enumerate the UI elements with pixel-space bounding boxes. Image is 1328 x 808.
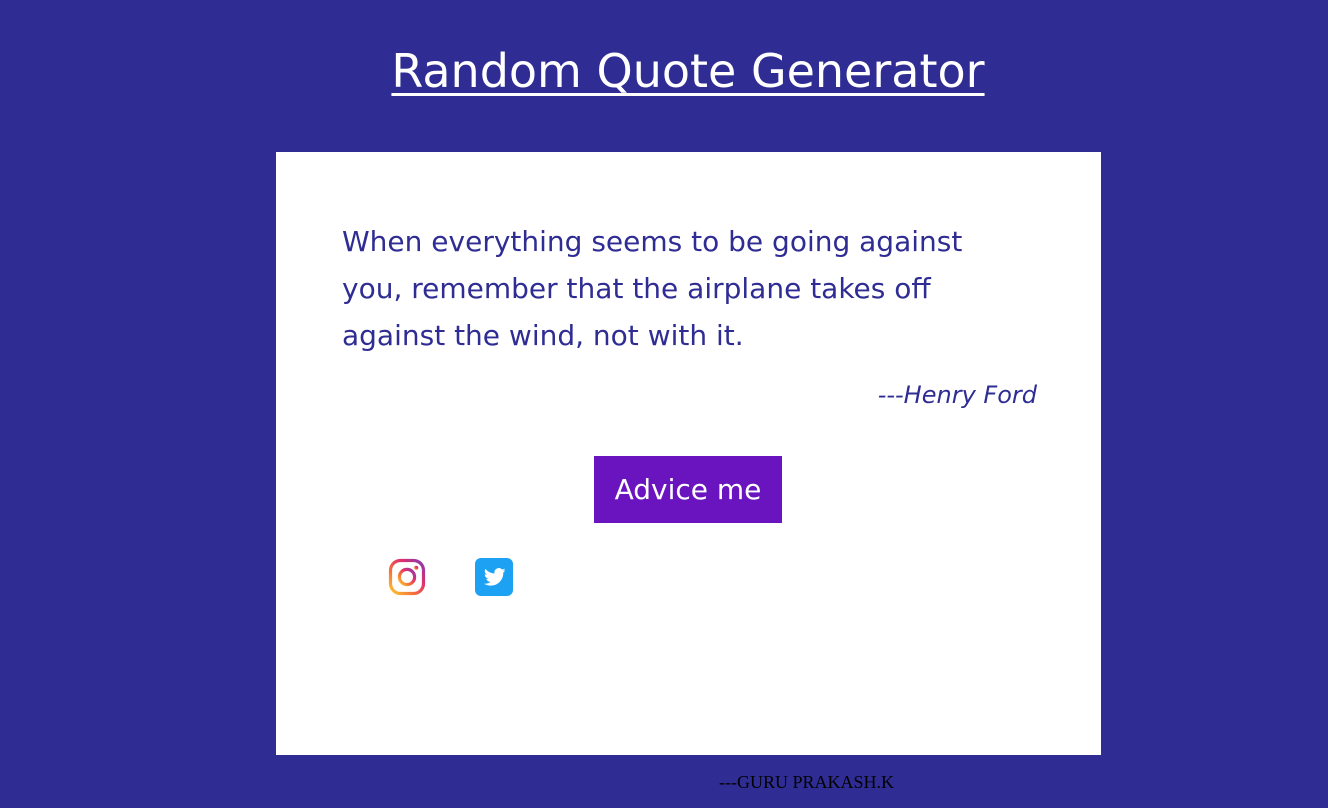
instagram-icon	[388, 558, 426, 596]
footer-credit: ---GURU PRAKASH.K	[719, 772, 895, 792]
twitter-icon	[475, 558, 513, 596]
quote-author: ---Henry Ford	[877, 381, 1037, 409]
quote-text: When everything seems to be going agains…	[342, 225, 963, 352]
instagram-link[interactable]	[388, 558, 426, 596]
advice-button[interactable]: Advice me	[594, 456, 782, 523]
quote-card: When everything seems to be going agains…	[276, 152, 1101, 755]
twitter-link[interactable]	[475, 558, 513, 596]
page-title: Random Quote Generator	[391, 44, 985, 98]
